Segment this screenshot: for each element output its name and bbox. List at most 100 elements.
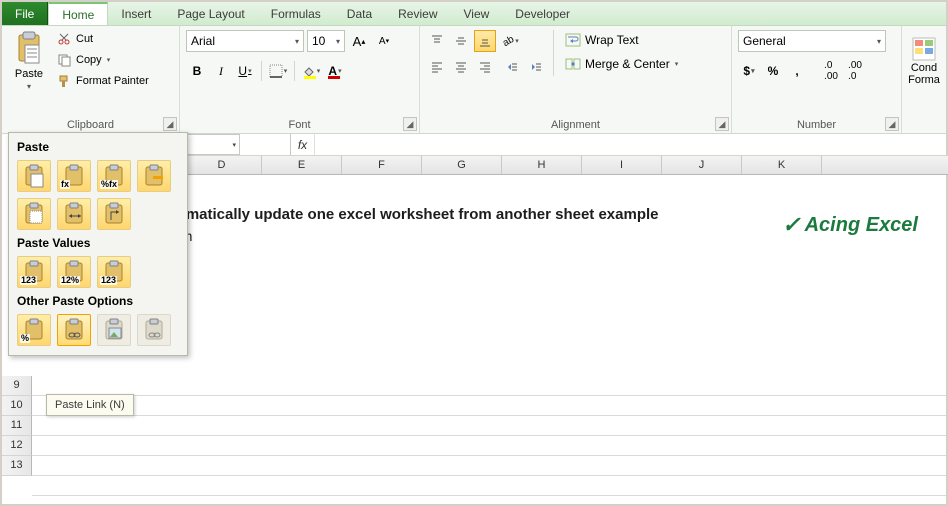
paste-all-button[interactable]	[17, 160, 51, 192]
increase-decimal-button[interactable]: .0.00	[820, 60, 842, 82]
merge-center-label: Merge & Center	[585, 57, 670, 71]
font-name-value: Arial	[191, 34, 215, 48]
tab-insert[interactable]: Insert	[108, 2, 164, 25]
conditional-formatting-icon[interactable]	[911, 36, 937, 62]
merge-icon	[565, 56, 581, 72]
tab-view[interactable]: View	[451, 2, 503, 25]
percent-button[interactable]: %	[762, 60, 784, 82]
format-painter-label: Format Painter	[76, 75, 149, 87]
alignment-group-label: Alignment	[426, 117, 725, 133]
font-launcher[interactable]: ◢	[403, 117, 417, 131]
merge-dropdown-arrow[interactable]: ▾	[675, 60, 679, 68]
decrease-indent-button[interactable]	[500, 56, 522, 78]
col-head[interactable]: I	[582, 156, 662, 174]
group-styles: Cond Forma	[902, 26, 946, 133]
paste-values-sourcefmt-button[interactable]: 123	[97, 256, 131, 288]
tab-file[interactable]: File	[2, 2, 48, 25]
row-head[interactable]: 12	[2, 436, 32, 456]
align-left-button[interactable]	[426, 56, 448, 78]
formula-bar[interactable]	[314, 134, 946, 155]
tab-formulas[interactable]: Formulas	[258, 2, 334, 25]
align-right-button[interactable]	[474, 56, 496, 78]
borders-button[interactable]: ▾	[267, 60, 289, 82]
align-bottom-button[interactable]	[474, 30, 496, 52]
col-head[interactable]: D	[182, 156, 262, 174]
cell-title[interactable]: w to automatically update one excel work…	[120, 206, 659, 223]
paste-formulas-button[interactable]: fx	[57, 160, 91, 192]
col-head[interactable]: H	[502, 156, 582, 174]
font-color-button[interactable]: A ▾	[324, 60, 346, 82]
col-head[interactable]: J	[662, 156, 742, 174]
underline-button[interactable]: U▾	[234, 60, 256, 82]
chevron-down-icon: ▾	[877, 37, 881, 46]
increase-font-button[interactable]: A▴	[348, 30, 370, 52]
number-format-combo[interactable]: General ▾	[738, 30, 886, 52]
copy-icon	[56, 52, 72, 68]
tab-page-layout[interactable]: Page Layout	[164, 2, 257, 25]
paste-no-borders-button[interactable]	[17, 198, 51, 230]
row-head[interactable]: 10	[2, 396, 32, 416]
wrap-text-button[interactable]: Wrap Text	[561, 30, 682, 50]
paste-formulas-numfmt-button[interactable]: %fx	[97, 160, 131, 192]
italic-button[interactable]: I	[210, 60, 232, 82]
alignment-launcher[interactable]: ◢	[715, 117, 729, 131]
paste-options-gallery: Paste fx %fx Paste Values 123 12% 123 Ot…	[8, 132, 188, 356]
comma-button[interactable]: ,	[786, 60, 808, 82]
tab-data[interactable]: Data	[334, 2, 385, 25]
copy-button[interactable]: Copy ▾	[54, 51, 151, 69]
clipboard-group-label: Clipboard	[8, 117, 173, 133]
paste-link-button[interactable]	[57, 314, 91, 346]
copy-label: Copy	[76, 54, 102, 66]
paste-icon	[14, 30, 44, 66]
font-name-combo[interactable]: Arial ▾	[186, 30, 304, 52]
cut-button[interactable]: Cut	[54, 30, 151, 48]
align-center-button[interactable]	[450, 56, 472, 78]
col-head[interactable]: E	[262, 156, 342, 174]
format-painter-button[interactable]: Format Painter	[54, 72, 151, 90]
group-font: Arial ▾ 10 ▾ A▴ A▾ B I U▾ ▾	[180, 26, 420, 133]
col-head[interactable]: F	[342, 156, 422, 174]
paste-button[interactable]: Paste ▾	[8, 30, 50, 91]
orientation-button[interactable]: ab▾	[500, 30, 522, 52]
decrease-font-button[interactable]: A▾	[373, 30, 395, 52]
col-head[interactable]: G	[422, 156, 502, 174]
group-number: General ▾ $▾ % , .0.00 .00.0 Number ◢	[732, 26, 902, 133]
copy-dropdown-arrow[interactable]: ▾	[107, 56, 111, 64]
paste-transpose-button[interactable]	[97, 198, 131, 230]
clipboard-launcher[interactable]: ◢	[163, 117, 177, 131]
number-group-label: Number	[738, 117, 895, 133]
formula-bar-row: ▾ fx	[182, 134, 946, 156]
paste-formatting-button[interactable]: %	[17, 314, 51, 346]
chevron-down-icon: ▾	[295, 37, 299, 46]
bold-button[interactable]: B	[186, 60, 208, 82]
align-middle-button[interactable]	[450, 30, 472, 52]
paste-values-numfmt-button[interactable]: 12%	[57, 256, 91, 288]
row-head[interactable]: 13	[2, 456, 32, 476]
number-launcher[interactable]: ◢	[885, 117, 899, 131]
fx-icon[interactable]: fx	[290, 134, 314, 155]
paste-picture-button[interactable]	[97, 314, 131, 346]
wrap-text-label: Wrap Text	[585, 33, 639, 47]
fill-color-button[interactable]: ▾	[300, 60, 322, 82]
paste-linked-picture-button[interactable]	[137, 314, 171, 346]
tab-home[interactable]: Home	[48, 2, 108, 25]
row-head[interactable]: 11	[2, 416, 32, 436]
row-head[interactable]: 9	[2, 376, 32, 396]
col-head[interactable]: K	[742, 156, 822, 174]
tab-review[interactable]: Review	[385, 2, 450, 25]
paste-keep-source-fmt-button[interactable]	[137, 160, 171, 192]
align-top-button[interactable]	[426, 30, 448, 52]
wrap-text-icon	[565, 32, 581, 48]
gallery-paste-title: Paste	[15, 137, 181, 157]
name-box[interactable]: ▾	[182, 134, 240, 155]
paste-keep-col-widths-button[interactable]	[57, 198, 91, 230]
paste-dropdown-arrow[interactable]: ▾	[27, 82, 31, 91]
accounting-format-button[interactable]: $▾	[738, 60, 760, 82]
brand-logo: ✓ Acing Excel	[782, 212, 918, 238]
decrease-decimal-button[interactable]: .00.0	[844, 60, 866, 82]
increase-indent-button[interactable]	[524, 56, 546, 78]
merge-center-button[interactable]: Merge & Center ▾	[561, 54, 682, 74]
tab-developer[interactable]: Developer	[502, 2, 583, 25]
font-size-combo[interactable]: 10 ▾	[307, 30, 345, 52]
paste-values-button[interactable]: 123	[17, 256, 51, 288]
